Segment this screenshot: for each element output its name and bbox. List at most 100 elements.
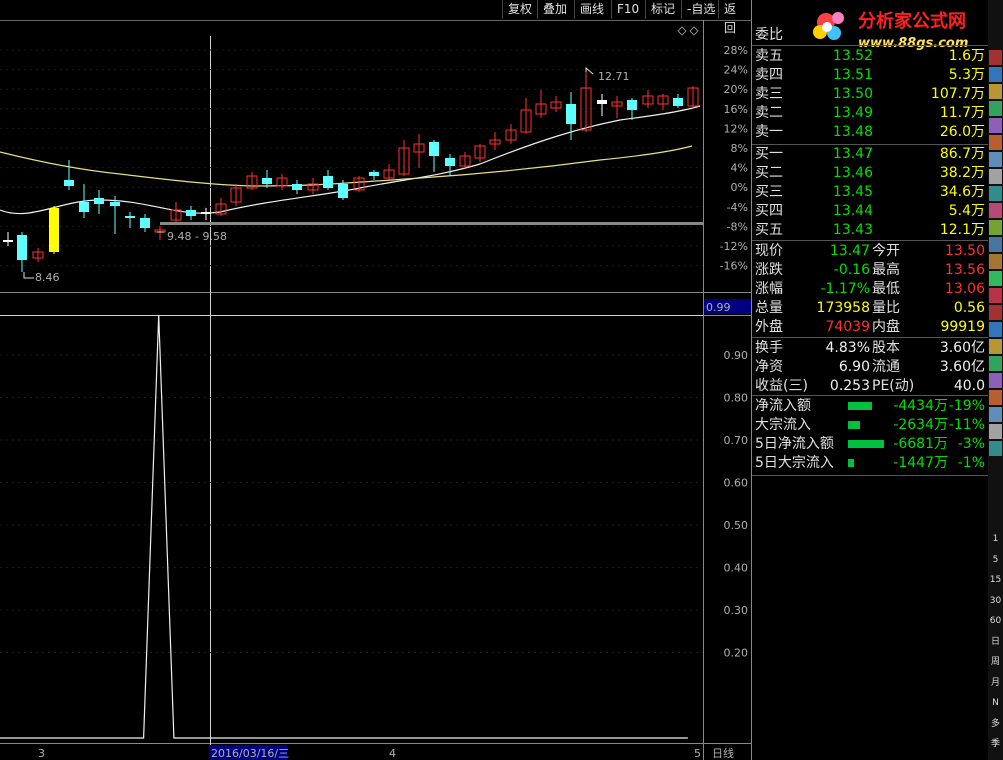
quote-volume: 86.7万	[939, 146, 985, 162]
indicator-axis-label: 0.50	[724, 519, 749, 532]
ma-long-line	[0, 145, 693, 187]
candle-body	[94, 198, 104, 204]
price-axis-label: -4%	[727, 201, 748, 214]
period-label[interactable]: 日线	[712, 746, 734, 760]
stat-label: 涨跌	[755, 262, 783, 278]
period-shortcut[interactable]: N	[989, 696, 1002, 711]
quote-price: 13.48	[832, 124, 873, 140]
stat-label: 净资	[755, 359, 783, 375]
tool-icon[interactable]	[989, 152, 1002, 167]
tool-icon[interactable]	[989, 424, 1002, 439]
tool-icon[interactable]	[989, 118, 1002, 133]
tool-icon[interactable]	[989, 67, 1002, 82]
period-shortcut[interactable]: 15	[989, 573, 1002, 588]
candle-body	[110, 202, 120, 206]
period-shortcut[interactable]: 1	[989, 532, 1002, 547]
quote-label: 卖四	[755, 67, 783, 83]
period-shortcut[interactable]: 5	[989, 553, 1002, 568]
candle-body	[201, 212, 211, 214]
tool-icon[interactable]	[989, 220, 1002, 235]
candle-body	[64, 180, 74, 186]
quote-row: 买三 13.45 34.6万	[752, 183, 988, 202]
quote-label: 买三	[755, 184, 783, 200]
flow-bar	[848, 459, 854, 467]
period-shortcut[interactable]: 季	[989, 737, 1002, 752]
stat-row: 净资 6.90 流通 3.60亿	[752, 358, 988, 377]
period-shortcut[interactable]: 月	[989, 676, 1002, 691]
quote-volume: 34.6万	[939, 184, 985, 200]
candle-body	[49, 208, 59, 252]
quote-price: 13.45	[832, 184, 873, 200]
stat-value: 3.60亿	[939, 359, 985, 375]
quote-label: 卖五	[755, 48, 783, 64]
price-axis-label: 12%	[724, 122, 748, 135]
price-axis-label: 24%	[724, 64, 748, 77]
stat-row: 外盘 74039 内盘 99919	[752, 318, 988, 337]
quote-price: 13.47	[832, 146, 873, 162]
tool-icon[interactable]	[989, 441, 1002, 456]
flow-pct: -19%	[948, 398, 985, 414]
quote-label: 卖三	[755, 86, 783, 102]
indicator-axis-label: 0.20	[724, 647, 749, 660]
indicator-axis-label: 0.70	[724, 434, 749, 447]
tool-icon[interactable]	[989, 203, 1002, 218]
period-shortcut[interactable]: 日	[989, 635, 1002, 650]
tool-icon[interactable]	[989, 50, 1002, 65]
tool-icon[interactable]	[989, 135, 1002, 150]
tool-icon[interactable]	[989, 237, 1002, 252]
candle-body	[125, 216, 135, 218]
quote-label: 买五	[755, 222, 783, 238]
date-label: 3	[38, 747, 45, 760]
tool-icon[interactable]	[989, 271, 1002, 286]
tool-icon[interactable]	[989, 390, 1002, 405]
diamond-icon	[689, 26, 699, 36]
flow-pct: -1%	[957, 455, 985, 471]
tool-icon[interactable]	[989, 169, 1002, 184]
flow-label: 5日净流入额	[755, 436, 834, 452]
quote-price: 13.49	[832, 105, 873, 121]
period-shortcut[interactable]: 30	[989, 594, 1002, 609]
quote-volume: 107.7万	[930, 86, 985, 102]
stat-value: 13.56	[944, 262, 985, 278]
kline-chart[interactable]: 28% 24% 20% 16% 12% 8% 4% 0% -4% -8% -12% -16% 12.7…	[0, 0, 752, 760]
stat-label: 收益(三)	[755, 378, 808, 394]
tool-icon[interactable]	[989, 356, 1002, 371]
price-axis-label: 20%	[724, 83, 748, 96]
side-toolbar: 1 5 15 30 60 日周月 N 多季	[988, 0, 1003, 760]
candle-body	[186, 210, 196, 216]
reference-line	[160, 222, 703, 225]
stat-value: 13.06	[944, 281, 985, 297]
tool-icon[interactable]	[989, 305, 1002, 320]
tool-icon[interactable]	[989, 254, 1002, 269]
period-shortcut[interactable]: 周	[989, 655, 1002, 670]
quote-volume: 38.2万	[939, 165, 985, 181]
tool-icon[interactable]	[989, 186, 1002, 201]
flow-label: 5日大宗流入	[755, 455, 834, 471]
quote-row: 买二 13.46 38.2万	[752, 164, 988, 183]
stat-label: 换手	[755, 340, 783, 356]
stat-value: 3.60亿	[939, 340, 985, 356]
tool-icon[interactable]	[989, 288, 1002, 303]
tool-icon[interactable]	[989, 339, 1002, 354]
tool-icon[interactable]	[989, 84, 1002, 99]
quote-price: 13.52	[832, 48, 873, 64]
candle-body	[429, 142, 439, 156]
stat-value: -0.16	[833, 262, 870, 278]
indicator-axis-label: 0.90	[724, 349, 749, 362]
period-shortcut[interactable]: 60	[989, 614, 1002, 629]
quote-row: 卖五 13.52 1.6万	[752, 47, 988, 66]
stat-label: 外盘	[755, 319, 783, 335]
tool-icon[interactable]	[989, 407, 1002, 422]
flow-label: 大宗流入	[755, 417, 811, 433]
weibi-row: 委比	[755, 27, 783, 43]
indicator-axis-label: 0.80	[724, 392, 749, 405]
tool-icon[interactable]	[989, 101, 1002, 116]
candle-body	[323, 176, 333, 188]
period-shortcut[interactable]: 多	[989, 717, 1002, 732]
indicator-axis-label: 0.60	[724, 477, 749, 490]
quote-row: 卖三 13.50 107.7万	[752, 85, 988, 104]
tool-icon[interactable]	[989, 322, 1002, 337]
tool-icon[interactable]	[989, 373, 1002, 388]
cursor-date: 2016/03/16/三	[211, 747, 289, 760]
svg-text:12.71: 12.71	[598, 70, 630, 83]
